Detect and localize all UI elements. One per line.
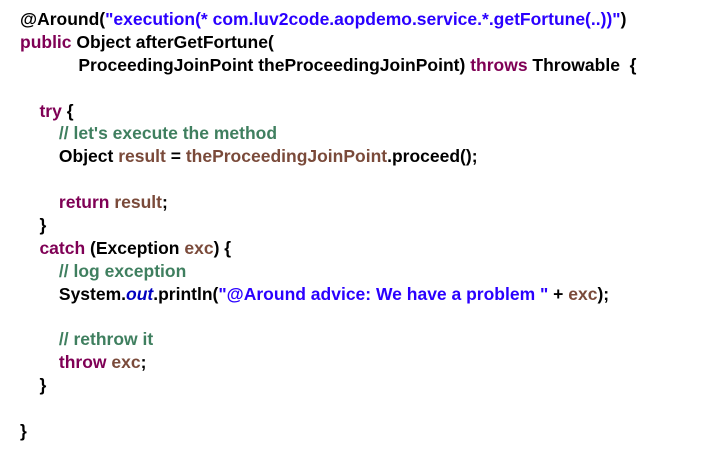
code-token-cmt: // rethrow it	[58, 329, 154, 350]
code-token-kw: public	[20, 31, 72, 52]
code-token-var: result	[118, 146, 166, 167]
code-token-cmt: // let's execute the method	[58, 123, 278, 144]
code-line: @Around("execution(* com.luv2code.aopdem…	[20, 8, 636, 31]
code-token-plain: @Around(	[20, 9, 106, 29]
code-token-plain: .proceed();	[387, 146, 478, 167]
code-line: }	[20, 214, 636, 237]
code-token-kw: return	[58, 192, 110, 213]
code-token-var: result	[114, 192, 162, 213]
code-token-str: "@Around advice: We have a problem "	[218, 283, 549, 304]
code-token-plain: =	[165, 146, 186, 167]
code-token-plain: Object	[20, 146, 119, 167]
code-token-plain: ) {	[213, 237, 232, 258]
code-line: }	[20, 374, 636, 397]
code-line: try {	[20, 100, 636, 123]
code-line: System.out.println("@Around advice: We h…	[20, 283, 636, 306]
code-token-plain: }	[20, 215, 47, 236]
code-token-plain: }	[20, 375, 47, 396]
code-token-var: theProceedingJoinPoint	[185, 146, 388, 167]
code-token-plain: )	[620, 9, 627, 29]
code-line: // log exception	[20, 260, 636, 283]
code-token-var: exc	[111, 352, 141, 373]
code-token-kw: try	[39, 100, 62, 121]
code-token-plain: +	[548, 283, 569, 304]
code-line: // let's execute the method	[20, 122, 636, 145]
code-line: public Object afterGetFortune(	[20, 31, 636, 54]
code-token-str: "execution(* com.luv2code.aopdemo.servic…	[105, 9, 621, 29]
code-token-kw: throw	[58, 352, 107, 373]
code-token-var: exc	[184, 237, 214, 258]
code-line: }	[20, 420, 636, 443]
code-token-plain: ;	[140, 352, 147, 373]
code-token-plain: .println(	[153, 283, 219, 304]
code-line: Object result = theProceedingJoinPoint.p…	[20, 145, 636, 168]
code-token-kw: catch	[39, 237, 86, 258]
code-token-plain: {	[61, 100, 74, 121]
code-token-plain: (Exception	[85, 237, 185, 258]
code-line: throw exc;	[20, 351, 636, 374]
code-token-plain: ;	[162, 192, 168, 213]
code-line: ProceedingJoinPoint theProceedingJoinPoi…	[20, 54, 636, 77]
code-line: return result;	[20, 191, 636, 214]
code-block: @Around("execution(* com.luv2code.aopdem…	[20, 8, 636, 443]
code-token-static: out	[126, 283, 154, 304]
code-token-plain: ProceedingJoinPoint theProceedingJoinPoi…	[20, 54, 471, 75]
code-line: // rethrow it	[20, 328, 636, 351]
code-token-plain: }	[20, 421, 27, 442]
code-token-plain: );	[597, 283, 610, 304]
code-line: catch (Exception exc) {	[20, 237, 636, 260]
code-token-kw: throws	[470, 54, 528, 75]
code-token-plain: System.	[20, 283, 127, 304]
code-token-plain: Throwable {	[527, 54, 637, 75]
code-token-plain: Object afterGetFortune(	[71, 31, 274, 52]
code-token-cmt: // log exception	[58, 260, 187, 281]
code-token-var: exc	[568, 283, 598, 304]
